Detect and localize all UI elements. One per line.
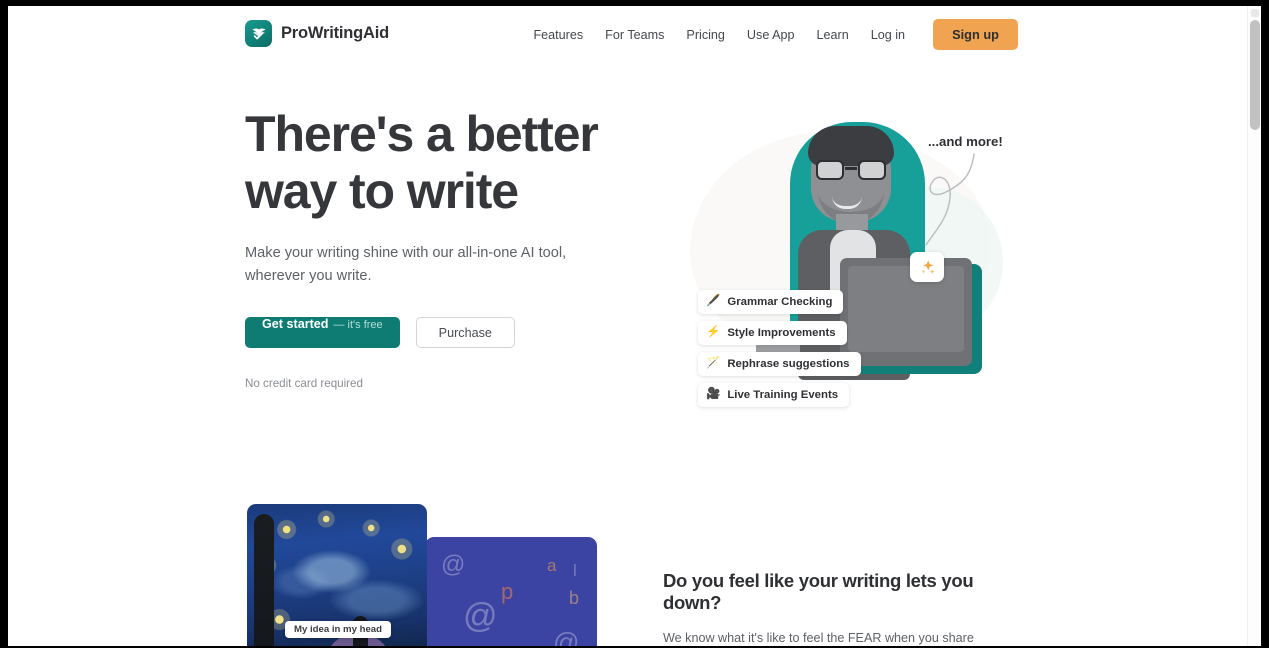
feature-chip-label: Style Improvements <box>727 327 836 339</box>
hero-subtitle: Make your writing shine with our all-in-… <box>245 245 567 284</box>
magic-wand-icon: 🪄 <box>706 357 721 370</box>
prowritingaid-logo-icon <box>245 20 272 47</box>
doodle-mark: l <box>573 561 577 580</box>
section-two-copy: Do you feel like your writing lets you d… <box>663 570 1023 646</box>
sign-up-button[interactable]: Sign up <box>933 19 1018 50</box>
nav-item-use-app[interactable]: Use App <box>736 21 806 49</box>
laptop-device <box>840 258 972 366</box>
video-camera-icon: 🎥 <box>706 388 721 401</box>
section-two-title: Do you feel like your writing lets you d… <box>663 570 974 613</box>
brand-logo-link[interactable]: ProWritingAid <box>245 20 389 47</box>
glasses-bridge <box>845 167 857 170</box>
browser-window-frame: ProWritingAid Features For Teams Pricing… <box>0 0 1269 648</box>
main-navigation: Features For Teams Pricing Use App Learn… <box>522 19 1018 50</box>
doodle-mark: b <box>569 588 580 608</box>
doodle-swirl: @ <box>553 627 580 646</box>
plain-blue-doodle-panel: @ p a l b @ @ <box>425 537 597 646</box>
doodle-mark: a <box>547 556 557 575</box>
feature-chip-rephrase-suggestions: 🪄 Rephrase suggestions <box>698 352 861 376</box>
nav-item-log-in[interactable]: Log in <box>860 21 916 49</box>
hero-title: There's a better way to write <box>245 106 599 219</box>
feature-chip-label: Grammar Checking <box>727 296 833 308</box>
vertical-scrollbar-thumb[interactable] <box>1250 20 1260 130</box>
page-viewport: ProWritingAid Features For Teams Pricing… <box>8 6 1261 646</box>
doodle-mark: p <box>501 579 514 604</box>
nav-item-for-teams[interactable]: For Teams <box>594 21 675 49</box>
doodle-swirl: @ <box>441 551 466 578</box>
hero-fineprint: No credit card required <box>245 377 363 390</box>
feature-chip-label: Live Training Events <box>727 389 839 401</box>
brand-name: ProWritingAid <box>281 24 390 42</box>
purchase-button[interactable]: Purchase <box>415 317 515 348</box>
and-more-label: ...and more! <box>928 134 1003 149</box>
laptop-screen <box>848 266 964 352</box>
artwork-comparison-graphic: @ p a l b @ @ My idea in my head <box>245 504 597 646</box>
feature-chip-label: Rephrase suggestions <box>727 358 850 370</box>
sparkle-icon <box>921 259 935 274</box>
eyeglasses-icon <box>815 160 887 180</box>
get-started-note: — it's free <box>333 319 383 331</box>
get-started-button[interactable]: Get started — it's free <box>245 317 400 348</box>
quill-pen-icon: 🖋️ <box>706 295 721 308</box>
glasses-left-lens <box>816 160 844 180</box>
lightning-bolt-icon: ⚡ <box>706 326 721 339</box>
writing-confidence-section: @ p a l b @ @ My idea in my head Do you … <box>8 482 1247 646</box>
nav-item-features[interactable]: Features <box>522 21 594 49</box>
painting-cypress <box>254 514 274 646</box>
page-content: ProWritingAid Features For Teams Pricing… <box>8 6 1247 646</box>
vertical-scrollbar-track[interactable] <box>1247 6 1261 646</box>
get-started-label: Get started <box>262 317 329 331</box>
glasses-right-lens <box>858 160 886 180</box>
curly-pointer-line <box>925 153 975 246</box>
hero-illustration: ...and more! 🖋️ Grammar Checking ⚡ Style… <box>668 112 1028 407</box>
site-header: ProWritingAid Features For Teams Pricing… <box>8 6 1247 62</box>
hero-cta-group: Get started — it's free Purchase <box>245 317 645 348</box>
nav-item-learn[interactable]: Learn <box>806 21 860 49</box>
sparkle-badge <box>910 252 944 282</box>
idea-caption-label: My idea in my head <box>285 621 391 638</box>
feature-chip-style-improvements: ⚡ Style Improvements <box>698 321 847 345</box>
section-two-body: We know what it's like to feel the FEAR … <box>663 631 974 645</box>
nav-item-pricing[interactable]: Pricing <box>675 21 736 49</box>
feature-chip-grammar-checking: 🖋️ Grammar Checking <box>698 290 844 314</box>
doodle-swirl: @ <box>463 597 498 635</box>
feature-chip-live-training-events: 🎥 Live Training Events <box>698 383 850 407</box>
scrollbar-top-cap[interactable] <box>1251 9 1259 17</box>
hero-section: There's a better way to write Make your … <box>8 62 1247 482</box>
hero-copy: There's a better way to write Make your … <box>245 106 645 390</box>
